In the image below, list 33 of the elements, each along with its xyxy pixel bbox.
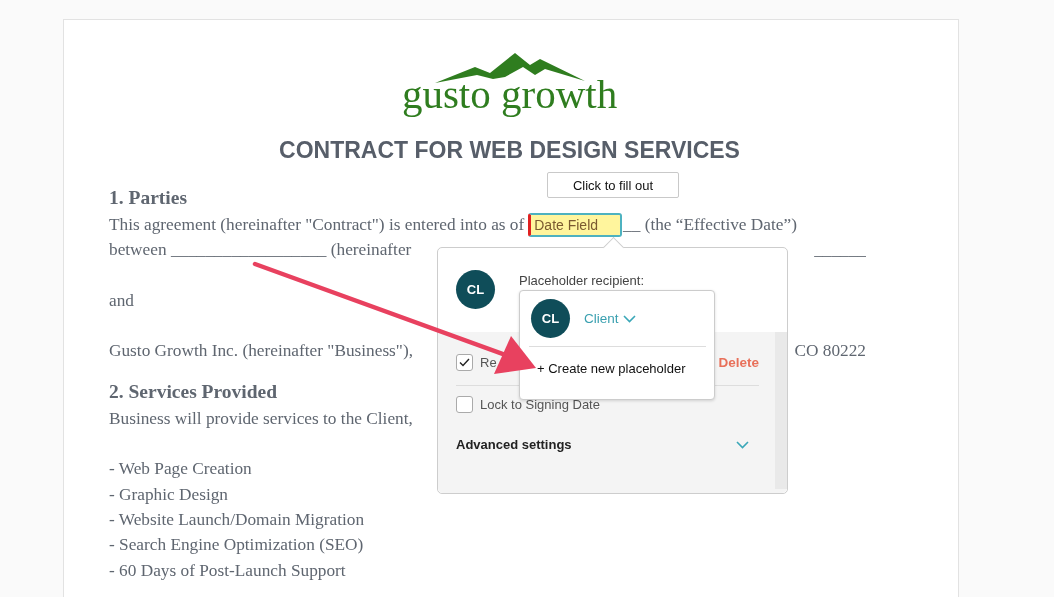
avatar: CL xyxy=(531,299,570,338)
paragraph-text: ______ xyxy=(814,239,866,262)
tooltip: Click to fill out xyxy=(547,172,679,198)
paragraph-text: - Search Engine Optimization (SEO) xyxy=(109,534,364,557)
chevron-icon[interactable] xyxy=(736,440,749,449)
advanced-settings-label[interactable]: Advanced settings xyxy=(456,437,572,452)
avatar: CL xyxy=(456,270,495,309)
paragraph-text: and xyxy=(109,289,134,312)
paragraph-text: Gusto Growth Inc. (hereinafter "Business"), xyxy=(109,340,413,363)
checkbox[interactable] xyxy=(456,396,473,413)
section-heading: 2. Services Provided xyxy=(109,379,278,404)
checkbox-label: Re xyxy=(480,355,497,370)
checkbox-label: Lock to Signing Date xyxy=(480,397,600,412)
paragraph-text: - Website Launch/Domain Migration xyxy=(109,508,365,531)
date-field[interactable]: Date Field xyxy=(528,212,623,237)
logo-text: gusto growth xyxy=(401,71,618,117)
paragraph-text: - Web Page Creation xyxy=(109,458,252,481)
paragraph-text: This agreement (hereinafter "Contract") is entered into as of xyxy=(109,214,525,236)
paragraph-text: between __________________ (hereinafter xyxy=(109,239,412,262)
recipient-select[interactable]: Client xyxy=(584,311,636,326)
scrollbar[interactable] xyxy=(775,332,787,489)
create-placeholder-option[interactable]: + Create new placeholder xyxy=(531,361,686,376)
check-icon xyxy=(459,358,470,367)
paragraph-text: - Graphic Design xyxy=(109,483,228,506)
paragraph-text: CO 80222 xyxy=(794,340,866,363)
checkbox[interactable] xyxy=(456,354,473,371)
paragraph-text: Business will provide services to the Client, xyxy=(109,407,413,430)
paragraph-text: __ (the “Effective Date”) xyxy=(623,214,797,236)
recipient-label: Placeholder recipient: xyxy=(519,273,645,288)
paragraph-text: - 60 Days of Post-Launch Support xyxy=(109,559,346,582)
section-heading: 1. Parties xyxy=(109,186,187,210)
document-title: CONTRACT FOR WEB DESIGN SERVICES xyxy=(278,137,741,164)
chevron-icon xyxy=(622,314,636,323)
